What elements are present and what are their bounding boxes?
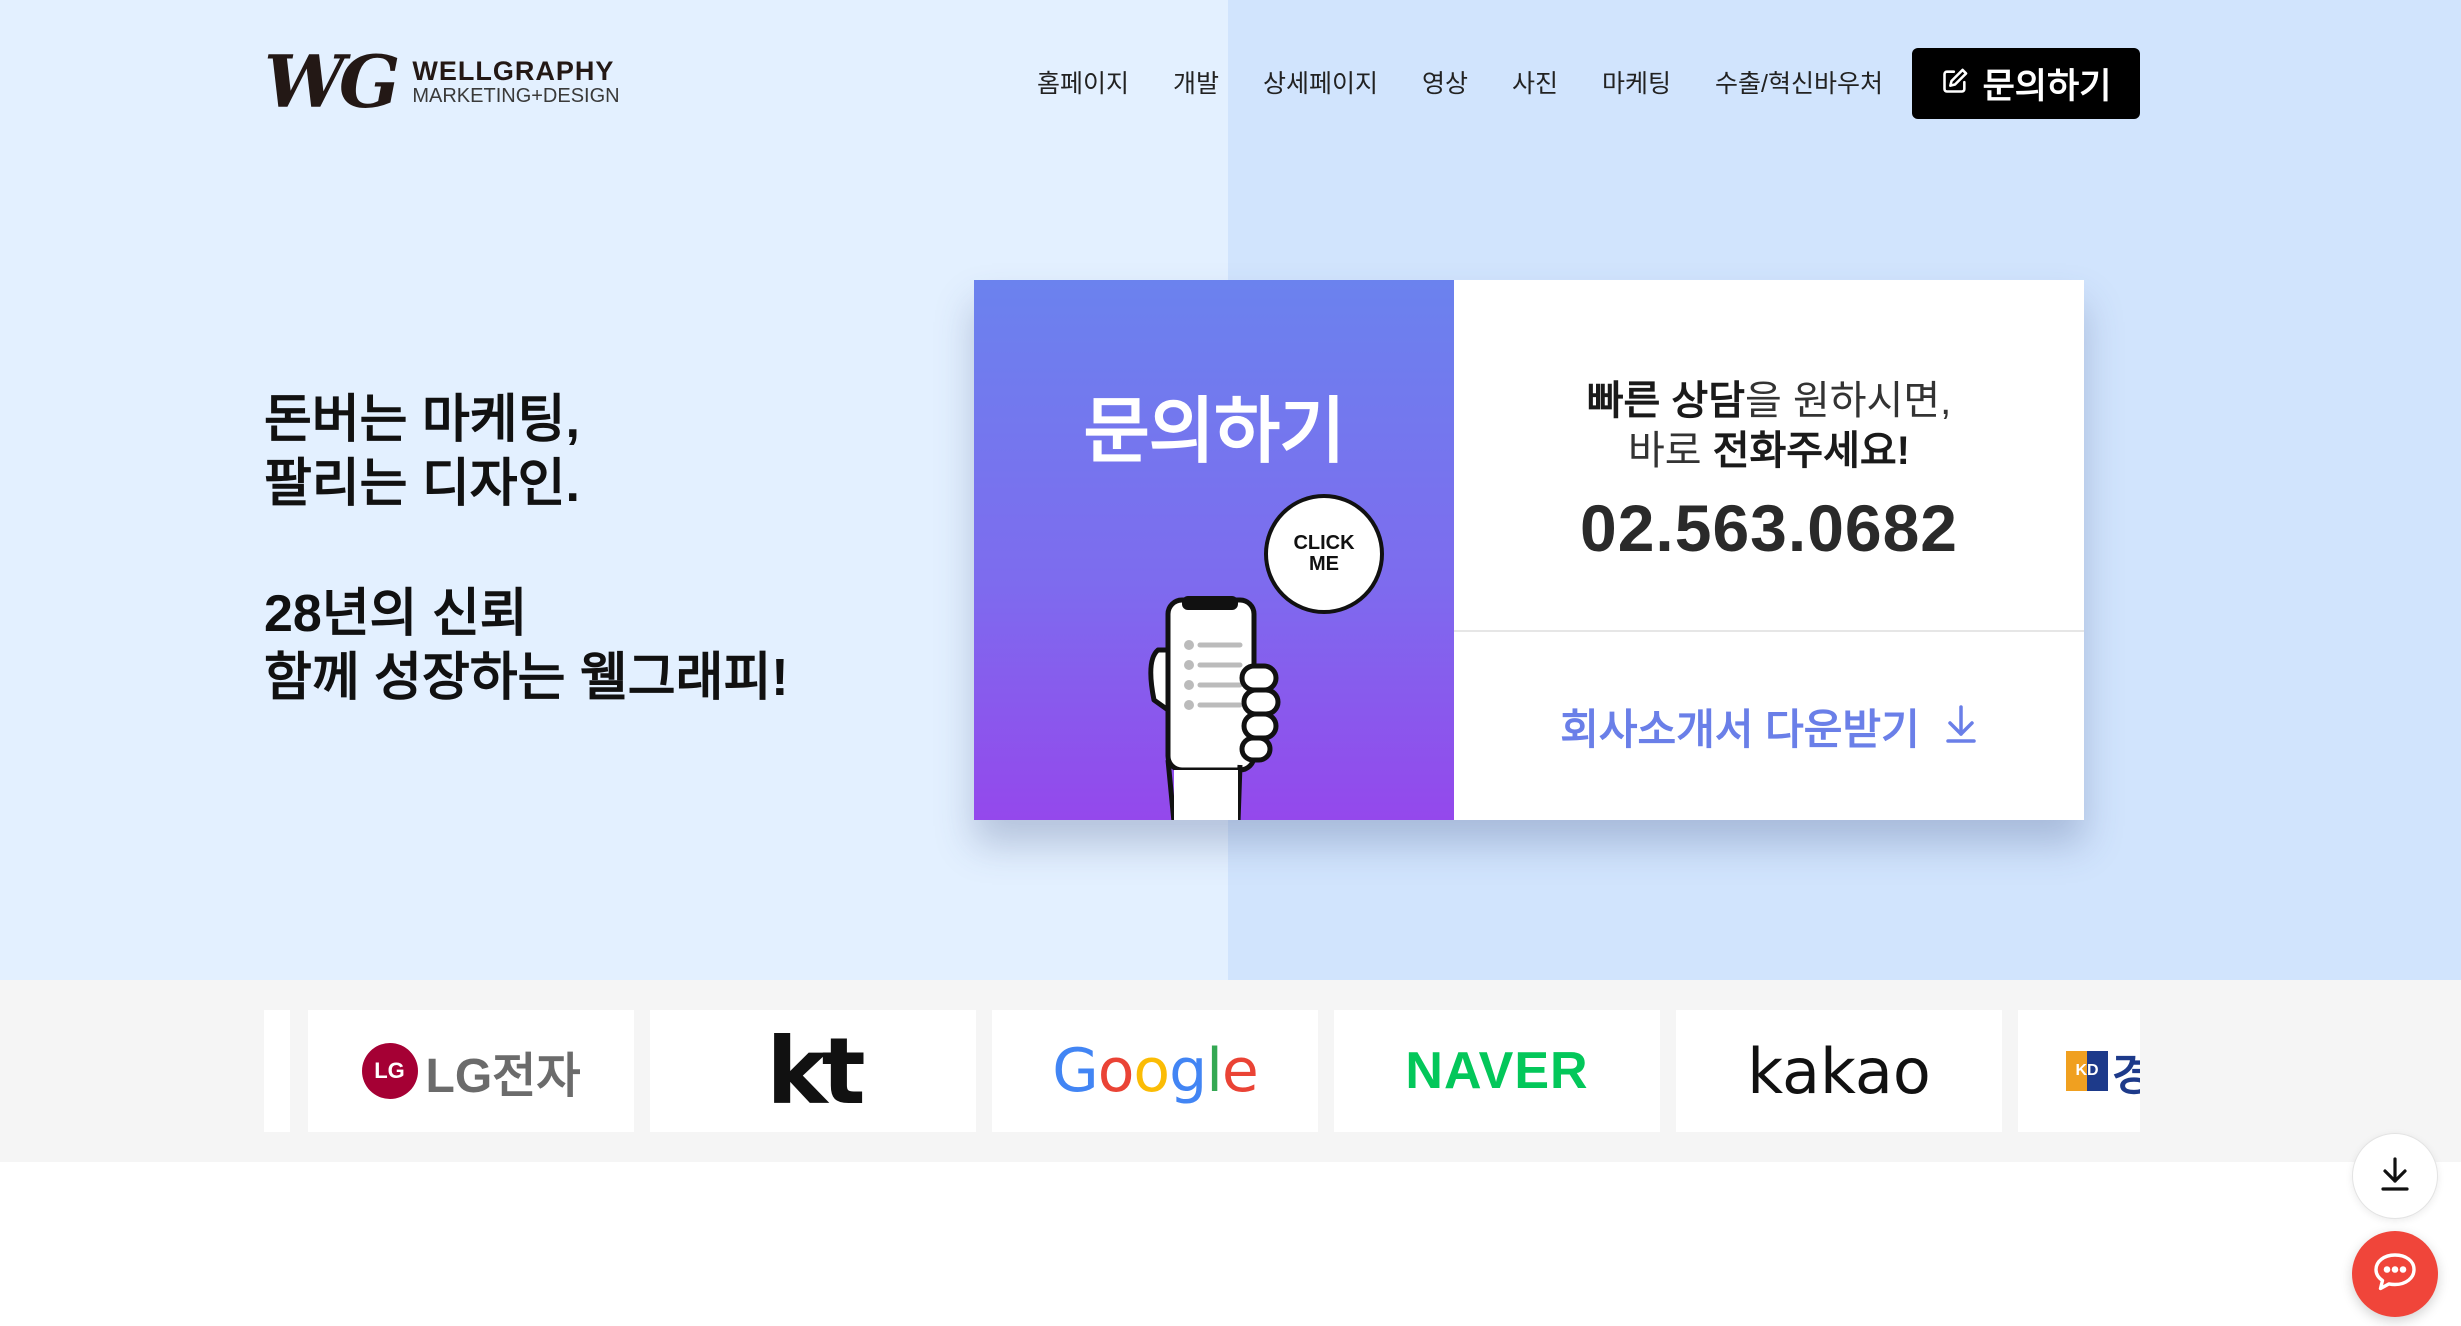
hero-line-1: 돈버는 마케팅, bbox=[264, 391, 580, 449]
partner-logo-partial bbox=[264, 1010, 290, 1132]
contact-info: 빠른 상담을 원하시면, 바로 전화주세요! 02.563.0682 bbox=[1454, 280, 2084, 632]
lg-emblem-icon: LG bbox=[361, 1043, 418, 1099]
nav-item-development[interactable]: 개발 bbox=[1173, 64, 1219, 100]
kakao-logo: kakao bbox=[1747, 1034, 1931, 1108]
contact-card-title: 문의하기 bbox=[1083, 392, 1346, 472]
kd-logo: KD 경 bbox=[2066, 1039, 2140, 1103]
nav-item-homepage[interactable]: 홈페이지 bbox=[1037, 64, 1129, 100]
contact-card-info-panel: 빠른 상담을 원하시면, 바로 전화주세요! 02.563.0682 회사소개서… bbox=[1454, 280, 2084, 820]
nav-item-photo[interactable]: 사진 bbox=[1512, 64, 1558, 100]
contact-card: 문의하기 CLICK ME 빠른 상담을 원하시면, 바로 전화주세요! 02.… bbox=[974, 280, 2084, 820]
download-floating-button[interactable] bbox=[2352, 1133, 2438, 1219]
partner-logo-lg: LG LG전자 bbox=[308, 1010, 634, 1132]
inquiry-button-label: 문의하기 bbox=[1982, 67, 2112, 106]
logo-name: WELLGRAPHY bbox=[412, 55, 615, 86]
brochure-download-label: 회사소개서 다운받기 bbox=[1560, 705, 1920, 753]
download-icon bbox=[2379, 1156, 2411, 1197]
logo-mark: WG bbox=[264, 39, 400, 124]
logo-text: WELLGRAPHY MARKETING+DESIGN bbox=[412, 55, 620, 108]
nav-item-voucher[interactable]: 수출/혁신바우처 bbox=[1715, 64, 1883, 100]
arrow-down-icon bbox=[1944, 704, 1978, 749]
site-logo[interactable]: WG WELLGRAPHY MARKETING+DESIGN bbox=[264, 46, 620, 118]
brochure-download-button[interactable]: 회사소개서 다운받기 bbox=[1454, 632, 2084, 820]
nav-item-video[interactable]: 영상 bbox=[1422, 64, 1468, 100]
partner-logo-kd: KD 경 bbox=[2018, 1010, 2140, 1132]
nav-item-detail-page[interactable]: 상세페이지 bbox=[1263, 64, 1378, 100]
partner-logo-strip: LG LG전자 kt Google NAVER kakao KD 경 bbox=[0, 980, 2461, 1162]
partner-logo-naver: NAVER bbox=[1334, 1010, 1660, 1132]
edit-icon bbox=[1941, 64, 1969, 104]
hero-line-3: 28년의 신뢰 bbox=[264, 585, 528, 643]
nav-item-marketing[interactable]: 마케팅 bbox=[1602, 64, 1671, 100]
bubble-line-1: CLICK bbox=[1293, 532, 1355, 554]
chat-floating-button[interactable] bbox=[2352, 1231, 2438, 1317]
main-nav: 홈페이지 개발 상세페이지 영상 사진 마케팅 수출/혁신바우처 bbox=[1037, 64, 1883, 100]
contact-card-inquiry-panel[interactable]: 문의하기 CLICK ME bbox=[974, 280, 1454, 820]
partner-logo-google: Google bbox=[992, 1010, 1318, 1132]
partner-logo-kt: kt bbox=[650, 1010, 976, 1132]
bubble-line-2: ME bbox=[1308, 553, 1339, 575]
contact-info-line-2: 바로 전화주세요! bbox=[1627, 429, 1911, 473]
hero-line-2: 팔리는 디자인. bbox=[264, 455, 580, 513]
partner-logo-track: LG LG전자 kt Google NAVER kakao KD 경 bbox=[264, 1010, 2140, 1132]
partner-logo-kakao: kakao bbox=[1676, 1010, 2002, 1132]
logo-subtitle: MARKETING+DESIGN bbox=[412, 85, 620, 108]
chat-bubble-icon bbox=[2372, 1251, 2418, 1298]
hero-line-4: 함께 성장하는 웰그래피! bbox=[264, 649, 789, 707]
kt-logo: kt bbox=[766, 1017, 865, 1125]
naver-logo: NAVER bbox=[1405, 1042, 1589, 1100]
lg-logo: LG LG전자 bbox=[361, 1036, 580, 1106]
hero-headline: 돈버는 마케팅, 팔리는 디자인. 28년의 신뢰 함께 성장하는 웰그래피! bbox=[264, 388, 789, 710]
hand-phone-illustration bbox=[1148, 596, 1281, 820]
inquiry-button[interactable]: 문의하기 bbox=[1912, 48, 2140, 119]
phone-number[interactable]: 02.563.0682 bbox=[1454, 490, 2084, 566]
contact-info-line-1: 빠른 상담을 원하시면, bbox=[1586, 379, 1952, 423]
kd-emblem-icon: KD bbox=[2066, 1051, 2108, 1091]
google-logo: Google bbox=[1052, 1036, 1259, 1106]
